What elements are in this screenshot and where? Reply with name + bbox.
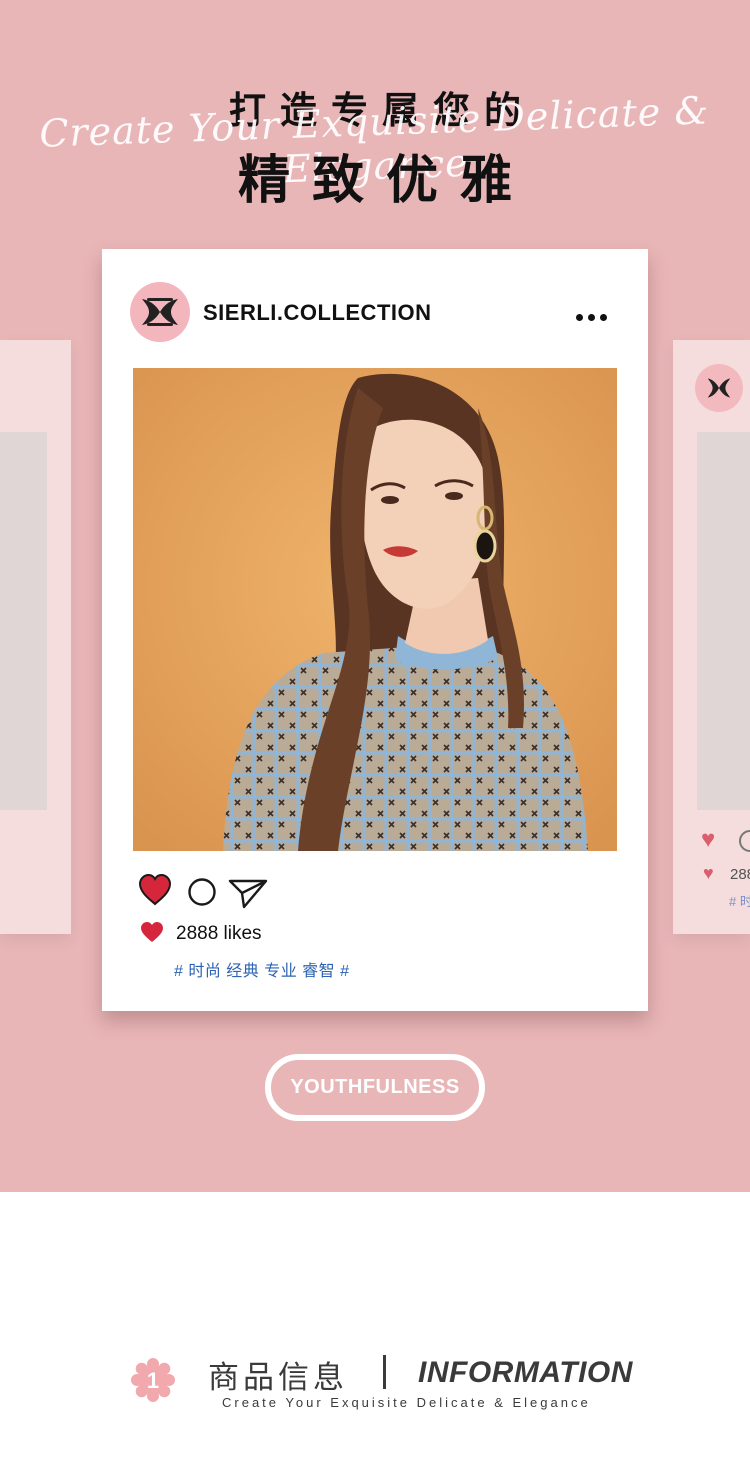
section-title-en: INFORMATION (418, 1356, 633, 1389)
likes-heart-icon (141, 922, 163, 942)
carousel-card-previous[interactable] (0, 340, 71, 934)
section-number-badge-icon: 1 (131, 1358, 175, 1402)
account-name[interactable]: SIERLI.COLLECTION (203, 300, 432, 326)
model-photo-illustration (133, 368, 617, 851)
comment-icon[interactable] (739, 830, 750, 852)
more-horizontal-icon[interactable] (576, 308, 612, 326)
likes-count: 2888 likes (176, 923, 262, 944)
post-card: SIERLI.COLLECTION 2888 likes # 时尚 经典 专业 … (102, 249, 648, 1011)
carousel-card-next[interactable]: ♥ ♥ 288 # 时 (673, 340, 750, 934)
brand-logo-icon (695, 364, 743, 412)
heart-icon[interactable] (138, 873, 172, 907)
image-placeholder (0, 432, 47, 810)
section-divider (383, 1355, 386, 1389)
likes-heart-icon: ♥ (703, 863, 714, 883)
image-placeholder (697, 432, 750, 810)
headline-secondary: 精致优雅 (237, 151, 534, 211)
hashtags: # 时 (729, 894, 750, 909)
hero-section: 打造专属您的 Create Your Exquisite Delicate & … (0, 0, 750, 1192)
post-photo[interactable] (133, 368, 617, 851)
section-subtitle: Create Your Exquisite Delicate & Eleganc… (222, 1395, 591, 1410)
heart-icon[interactable]: ♥ (701, 828, 715, 852)
comment-icon[interactable] (187, 877, 217, 907)
section-title-cn: 商品信息 (208, 1360, 348, 1396)
share-icon[interactable] (228, 877, 268, 909)
brand-logo-icon (142, 298, 178, 326)
hashtags[interactable]: # 时尚 经典 专业 睿智 # (174, 957, 350, 981)
section-number: 1 (147, 1368, 159, 1393)
youthfulness-badge: YOUTHFULNESS (265, 1054, 485, 1121)
likes-count: 288 (730, 866, 750, 883)
avatar[interactable] (130, 282, 190, 342)
